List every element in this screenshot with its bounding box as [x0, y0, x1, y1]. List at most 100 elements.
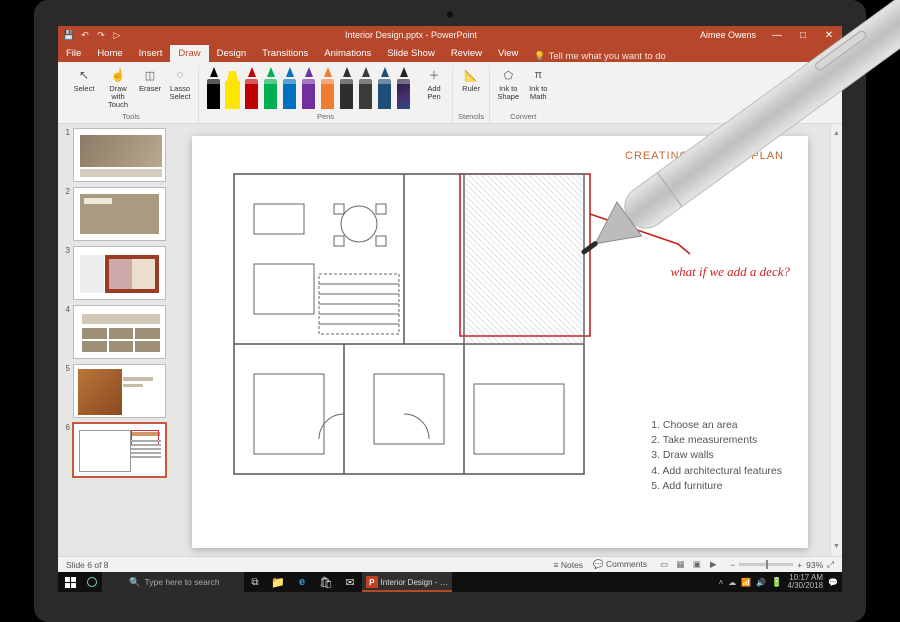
tab-file[interactable]: File [58, 45, 89, 62]
store-icon: 🛍 [319, 576, 333, 589]
search-placeholder: Type here to search [145, 577, 220, 587]
cortana-button[interactable] [82, 572, 102, 592]
pen-4[interactable] [281, 67, 298, 109]
vertical-scrollbar[interactable]: ▲ ▼ [830, 124, 842, 556]
draw-with-touch-button[interactable]: ☝ Draw with Touch [103, 66, 133, 109]
group-stencils: 📐 Ruler Stencils [453, 66, 490, 123]
slide-indicator[interactable]: Slide 6 of 8 [66, 560, 109, 570]
lasso-select-button[interactable]: ◌ Lasso Select [167, 66, 193, 101]
pen-7[interactable] [338, 67, 355, 109]
tablet-camera [446, 10, 455, 19]
thumbnail-1[interactable]: 1 [62, 128, 166, 182]
battery-icon[interactable]: 🔋 [771, 577, 782, 588]
tab-home[interactable]: Home [89, 45, 130, 62]
volume-icon[interactable]: 🔊 [756, 578, 766, 587]
pen-10[interactable] [395, 67, 412, 109]
tray-chevron-icon[interactable]: ˄ [719, 578, 724, 587]
task-view-button[interactable]: ⧉ [244, 572, 266, 592]
wifi-icon[interactable]: 📶 [741, 578, 751, 587]
group-convert: ⬠ Ink to Shape π Ink to Math Convert [490, 66, 556, 123]
system-tray[interactable]: ˄ ☁ 📶 🔊 🔋 10:17 AM 4/30/2018 💬 [719, 574, 842, 590]
comments-button[interactable]: 💬 Comments [593, 559, 647, 570]
fit-to-window-icon[interactable]: ⤢ [827, 559, 834, 570]
tab-view[interactable]: View [490, 45, 526, 62]
undo-icon[interactable]: ↶ [80, 30, 90, 40]
highlighter-1[interactable] [224, 67, 241, 109]
pen-0[interactable] [205, 67, 222, 109]
zoom-in-icon[interactable]: + [797, 560, 802, 570]
pen-gallery [204, 66, 413, 109]
normal-view-icon[interactable]: ▭ [657, 559, 671, 570]
group-label-stencils: Stencils [458, 112, 484, 123]
tell-me-placeholder: Tell me what you want to do [549, 51, 666, 62]
zoom-out-icon[interactable]: − [730, 560, 735, 570]
zoom-control[interactable]: − + 93% ⤢ [730, 559, 834, 570]
taskbar-app-edge[interactable]: e [290, 572, 314, 592]
scroll-up-icon[interactable]: ▲ [833, 130, 840, 137]
thumbnail-6[interactable]: 6 [62, 423, 166, 477]
add-pen-button[interactable]: ＋ Add Pen [421, 66, 447, 101]
zoom-slider[interactable] [739, 563, 793, 566]
ink-to-shape-button[interactable]: ⬠ Ink to Shape [495, 66, 521, 101]
ink-handwriting[interactable]: what if we add a deck? [670, 264, 790, 280]
save-icon[interactable]: 💾 [64, 30, 74, 40]
thumbnail-3[interactable]: 3 [62, 246, 166, 300]
taskbar-app-explorer[interactable]: 📁 [266, 572, 290, 592]
taskbar-app-store[interactable]: 🛍 [314, 572, 338, 592]
cursor-icon: ↖ [75, 66, 93, 84]
slide-thumbnails[interactable]: 1 2 3 4 5 6 [58, 124, 170, 556]
window-title: Interior Design.pptx - PowerPoint [122, 30, 700, 40]
pen-8[interactable] [357, 67, 374, 109]
action-center-icon[interactable]: 💬 [828, 578, 838, 587]
thumbnail-2[interactable]: 2 [62, 187, 166, 241]
tab-draw[interactable]: Draw [170, 45, 208, 62]
notes-button[interactable]: ≡ Notes [554, 560, 584, 570]
minimize-button[interactable]: — [764, 30, 790, 41]
title-bar: 💾 ↶ ↷ ▷ Interior Design.pptx - PowerPoin… [58, 26, 842, 44]
thumbnail-5[interactable]: 5 [62, 364, 166, 418]
zoom-percent[interactable]: 93% [806, 560, 823, 570]
eraser-button[interactable]: ◫ Eraser [137, 66, 163, 93]
slide[interactable]: CREATING A FLOOR PLAN what if we add a d… [192, 136, 808, 548]
ruler-button[interactable]: 📐 Ruler [458, 66, 484, 93]
select-button[interactable]: ↖ Select [69, 66, 99, 93]
thumbnail-4[interactable]: 4 [62, 305, 166, 359]
ink-to-math-button[interactable]: π Ink to Math [525, 66, 551, 101]
maximize-button[interactable]: □ [790, 30, 816, 41]
lightbulb-icon: 💡 [534, 51, 545, 62]
floor-plan-image[interactable] [224, 164, 594, 484]
taskbar-app-powerpoint[interactable]: P Interior Design - P... [362, 572, 452, 592]
pen-9[interactable] [376, 67, 393, 109]
signed-in-user[interactable]: Aimee Owens [700, 30, 764, 40]
tell-me[interactable]: 💡 Tell me what you want to do [534, 51, 665, 62]
tab-slideshow[interactable]: Slide Show [379, 45, 443, 62]
slide-canvas-area[interactable]: CREATING A FLOOR PLAN what if we add a d… [170, 124, 830, 556]
list-item: 1. Choose an area [651, 418, 782, 433]
taskbar-clock[interactable]: 10:17 AM 4/30/2018 [787, 574, 823, 590]
group-tools: ↖ Select ☝ Draw with Touch ◫ Eraser ◌ La… [64, 66, 199, 123]
tab-design[interactable]: Design [209, 45, 255, 62]
eraser-icon: ◫ [141, 66, 159, 84]
redo-icon[interactable]: ↷ [96, 30, 106, 40]
taskbar-app-mail[interactable]: ✉ [338, 572, 362, 592]
taskbar-search[interactable]: 🔍 Type here to search [102, 572, 244, 592]
sorter-view-icon[interactable]: ▦ [673, 559, 687, 570]
tab-insert[interactable]: Insert [131, 45, 171, 62]
slide-list[interactable]: 1. Choose an area 2. Take measurements 3… [651, 418, 782, 494]
edge-icon: e [299, 576, 305, 588]
tab-animations[interactable]: Animations [316, 45, 379, 62]
pen-3[interactable] [262, 67, 279, 109]
start-slideshow-icon[interactable]: ▷ [112, 30, 122, 40]
pen-6[interactable] [319, 67, 336, 109]
pen-2[interactable] [243, 67, 260, 109]
close-button[interactable]: ✕ [816, 30, 842, 41]
pen-5[interactable] [300, 67, 317, 109]
reading-view-icon[interactable]: ▣ [690, 559, 704, 570]
start-button[interactable] [58, 572, 82, 592]
slideshow-view-icon[interactable]: ▶ [706, 559, 720, 570]
onedrive-icon[interactable]: ☁ [728, 578, 736, 587]
tab-review[interactable]: Review [443, 45, 490, 62]
slide-heading[interactable]: CREATING A FLOOR PLAN [625, 150, 784, 162]
tab-transitions[interactable]: Transitions [254, 45, 316, 62]
scroll-down-icon[interactable]: ▼ [833, 543, 840, 550]
